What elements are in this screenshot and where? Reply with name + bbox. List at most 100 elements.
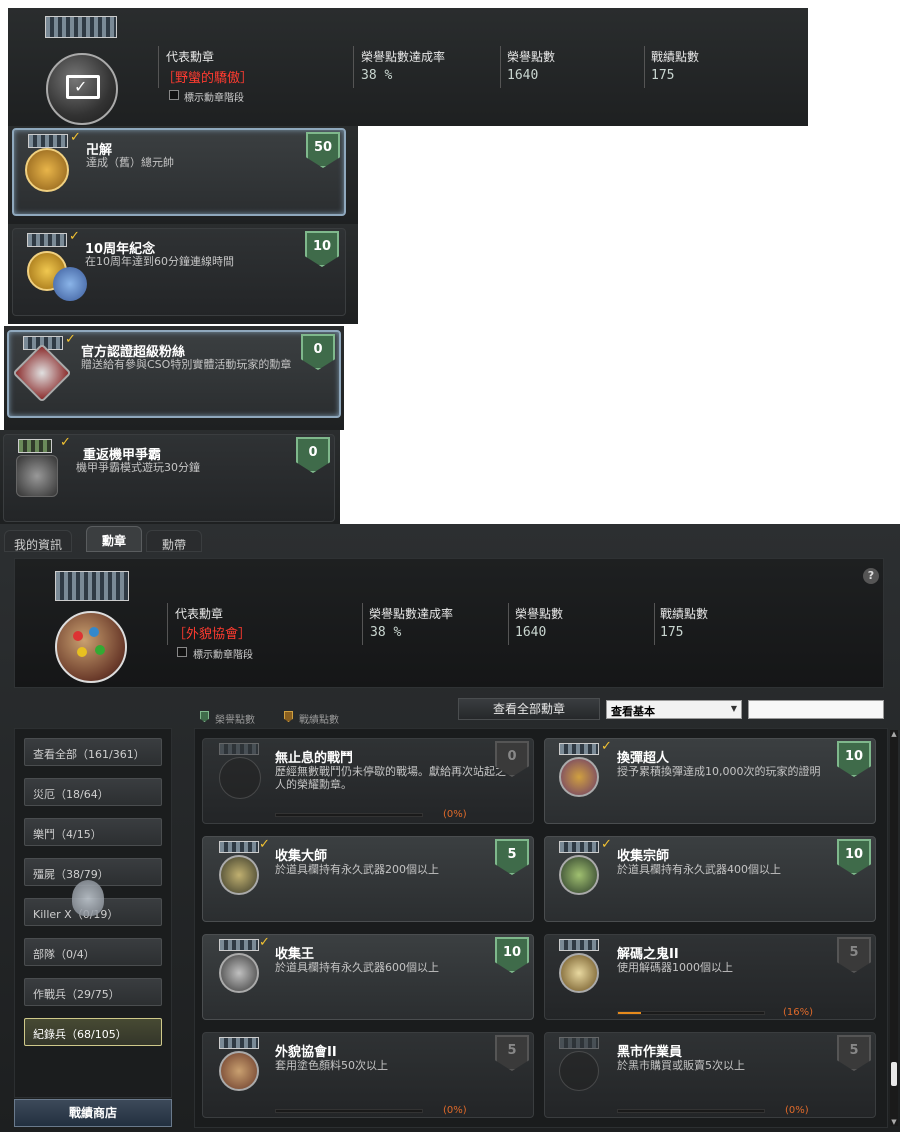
- main-rep-label: 代表勳章: [175, 607, 224, 621]
- top-show-stage-checkbox[interactable]: [169, 90, 179, 100]
- tab-ribbons[interactable]: 勳帶: [146, 530, 202, 552]
- earned-check-icon: ✓: [69, 229, 80, 244]
- card-desc: 授予累積換彈達成10,000次的玩家的證明: [617, 765, 821, 778]
- honor-points-shield: 10: [837, 839, 871, 875]
- card-title: 解碼之鬼II: [617, 947, 679, 962]
- card-desc: 於道具欄持有永久武器600個以上: [275, 961, 439, 974]
- card-title: 黑市作業員: [617, 1045, 683, 1060]
- tab-medals[interactable]: 勳章: [86, 526, 142, 552]
- endless-battle-medal-icon: [219, 757, 261, 799]
- honor-points-shield: 50: [306, 132, 340, 168]
- tab-my-info[interactable]: 我的資訊: [4, 530, 72, 552]
- progress-bar: [617, 1011, 765, 1015]
- medal-card-looks-club-ii[interactable]: 外貌協會II 套用塗色顏料50次以上 5 (0%): [202, 1032, 534, 1118]
- progress-bar: [275, 813, 423, 817]
- help-icon[interactable]: ?: [863, 568, 879, 584]
- top-rep-label: 代表勳章: [166, 50, 215, 64]
- mech-medal-icon: [16, 455, 58, 497]
- weapon-crate-medal-icon: [219, 855, 259, 895]
- card-desc: 使用解碼器1000個以上: [617, 961, 733, 974]
- card-ribbon: [219, 743, 259, 755]
- ghost-mascot-icon: [72, 880, 104, 916]
- scroll-up-icon[interactable]: ▲: [890, 730, 898, 738]
- marshal-medal-icon: [25, 148, 69, 192]
- search-input[interactable]: [748, 700, 884, 719]
- progress-bar: [617, 1109, 765, 1113]
- ghost-mascot-icon: [53, 267, 87, 301]
- medal-card-10th-anniversary[interactable]: ✓ 10周年紀念 在10周年達到60分鐘連線時間 10: [12, 228, 346, 316]
- card-title: 外貌協會II: [275, 1045, 337, 1060]
- medal-card-super-fan[interactable]: ✓ 官方認證超級粉絲 贈送給有參與CSO特別實體活動玩家的勳章 0: [7, 330, 341, 418]
- medal-card-collection-grandmaster[interactable]: ✓ 收集宗師 於道具欄持有永久武器400個以上 10: [544, 836, 876, 922]
- honor-points-shield: 10: [837, 741, 871, 777]
- top-honor-points-value: 1640: [507, 68, 539, 83]
- medal-card-collection-master[interactable]: ✓ 收集大師 於道具欄持有永久武器200個以上 5: [202, 836, 534, 922]
- card-title: 收集宗師: [617, 849, 670, 864]
- category-all[interactable]: 查看全部（161/361）: [24, 738, 162, 766]
- category-disaster[interactable]: 災厄（18/64）: [24, 778, 162, 806]
- main-record-points-value: 175: [660, 625, 684, 640]
- card-ribbon: [219, 1037, 259, 1049]
- medal-card-black-market[interactable]: 黑市作業員 於黑市購買或販賣5次以上 5 (0%): [544, 1032, 876, 1118]
- medal-card-mech-return[interactable]: ✓ 重返機甲爭霸 機甲爭霸模式遊玩30分鐘 0: [3, 434, 335, 522]
- record-shop-button[interactable]: 戰績商店: [14, 1099, 172, 1127]
- card-desc: 於黑市購買或販賣5次以上: [617, 1059, 745, 1072]
- palette-medal-icon: [219, 1051, 259, 1091]
- medal-card-decoder-ghost[interactable]: 解碼之鬼II 使用解碼器1000個以上 5 (16%): [544, 934, 876, 1020]
- view-filter-select[interactable]: 查看基本 ▼: [606, 700, 742, 719]
- card-desc: 在10周年達到60分鐘連線時間: [85, 255, 234, 268]
- honor-points-shield: 10: [495, 937, 529, 973]
- card-desc: 於道具欄持有永久武器200個以上: [275, 863, 439, 876]
- main-record-points-label: 戰績點數: [660, 607, 709, 621]
- category-record[interactable]: 紀錄兵（68/105）: [24, 1018, 162, 1046]
- progress-percent: (16%): [783, 1007, 814, 1018]
- medal-card-reload-master[interactable]: ✓ 換彈超人 授予累積換彈達成10,000次的玩家的證明 10: [544, 738, 876, 824]
- top-header-medal-ribbon: [45, 16, 117, 38]
- card-ribbon: [27, 233, 67, 247]
- earned-check-icon: ✓: [601, 837, 612, 852]
- progress-percent: (0%): [785, 1105, 809, 1116]
- monitor-medal-icon: ✓: [46, 53, 118, 125]
- top-show-stage-label: 標示勳章階段: [184, 93, 244, 104]
- honor-points-shield: 10: [305, 231, 339, 267]
- scrollbar-thumb[interactable]: [891, 1062, 897, 1086]
- super-fan-medal-icon: [12, 343, 72, 403]
- category-combat[interactable]: 作戰兵（29/75）: [24, 978, 162, 1006]
- card-desc: 達成（舊）總元帥: [86, 156, 174, 169]
- scroll-down-icon[interactable]: ▼: [890, 1118, 898, 1126]
- card-ribbon: [559, 1037, 599, 1049]
- chevron-down-icon: ▼: [730, 704, 737, 713]
- category-fun[interactable]: 樂鬥（4/15）: [24, 818, 162, 846]
- honor-points-shield: 0: [296, 437, 330, 473]
- medal-card-collection-king[interactable]: ✓ 收集王 於道具欄持有永久武器600個以上 10: [202, 934, 534, 1020]
- top-record-points-value: 175: [651, 68, 675, 83]
- medal-card-endless-battle[interactable]: 無止息的戰鬥 歷經無數戰鬥仍未停歇的戰場。獻給再次站起之人的榮耀勳章。 0 (0…: [202, 738, 534, 824]
- honor-points-shield: 5: [495, 839, 529, 875]
- card-title: 收集王: [275, 947, 315, 962]
- card-desc: 套用塗色顏料50次以上: [275, 1059, 388, 1072]
- main-honor-points-label: 榮譽點數: [515, 607, 564, 621]
- palette-medal-icon: [55, 611, 127, 683]
- card-desc: 歷經無數戰鬥仍未停歇的戰場。獻給再次站起之人的榮耀勳章。: [275, 765, 506, 791]
- earned-check-icon: ✓: [65, 332, 76, 347]
- progress-bar: [275, 1109, 423, 1113]
- earned-check-icon: ✓: [259, 935, 270, 950]
- view-all-medals-button[interactable]: 查看全部勳章: [458, 698, 600, 720]
- main-honor-rate-label: 榮譽點數達成率: [369, 607, 454, 621]
- black-market-medal-icon: [559, 1051, 599, 1091]
- card-desc: 機甲爭霸模式遊玩30分鐘: [76, 461, 200, 474]
- card-ribbon: [559, 743, 599, 755]
- grid-scrollbar[interactable]: ▲ ▼: [890, 730, 898, 1126]
- earned-check-icon: ✓: [259, 837, 270, 852]
- top-header-panel: ✓ 代表勳章 ［野蠻的驕傲］ 標示勳章階段 榮譽點數達成率 38 % 榮譽點數 …: [8, 8, 808, 126]
- honor-points-shield: 0: [301, 334, 335, 370]
- top-rep-name: ［野蠻的驕傲］: [162, 71, 254, 86]
- category-squad[interactable]: 部隊（0/4）: [24, 938, 162, 966]
- card-ribbon: [219, 841, 259, 853]
- main-show-stage-checkbox[interactable]: [177, 647, 187, 657]
- card-ribbon: [559, 841, 599, 853]
- main-header-medal-ribbon: [55, 571, 129, 601]
- card-ribbon: [219, 939, 259, 951]
- medal-card-bankai[interactable]: ✓ 卍解 達成（舊）總元帥 50: [12, 128, 346, 216]
- progress-fill: [618, 1012, 642, 1014]
